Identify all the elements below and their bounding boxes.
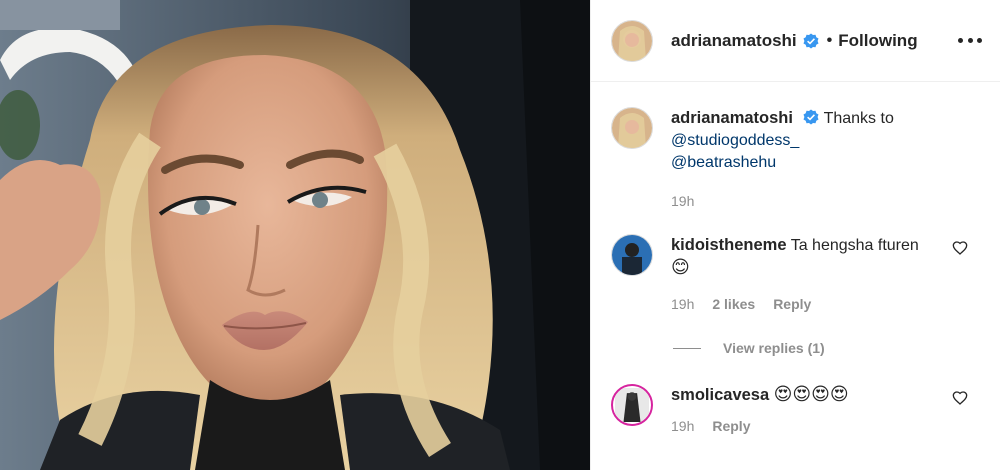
comments-panel: adrianamatoshi • Following adrianamatosh… <box>590 0 1000 470</box>
verified-badge-icon <box>803 109 819 125</box>
verified-badge-icon <box>803 33 819 48</box>
comments-list: adrianamatoshi Thanks to @studiogoddess_… <box>591 82 1000 437</box>
separator-dot: • <box>826 31 833 49</box>
comment: smolicavesa 😍😍😍😍 19h Reply <box>611 384 984 437</box>
post-header: adrianamatoshi • Following <box>591 0 1000 82</box>
author-avatar[interactable] <box>611 19 653 62</box>
caption-avatar[interactable] <box>611 107 653 149</box>
likes-count[interactable]: 2 likes <box>712 293 755 315</box>
comment-body: kidoistheneme Ta hengsha fturen 😊 19h 2 … <box>671 234 951 384</box>
commenter-avatar[interactable] <box>611 234 653 276</box>
reply-button[interactable]: Reply <box>712 415 750 437</box>
author-username[interactable]: adrianamatoshi <box>671 31 797 51</box>
more-horizontal-icon[interactable] <box>958 28 982 52</box>
post-photo[interactable] <box>0 0 590 470</box>
view-replies-label: View replies (1) <box>723 340 825 356</box>
commenter-username[interactable]: smolicavesa <box>671 386 769 404</box>
selfie-image <box>0 0 590 470</box>
comment-time[interactable]: 19h <box>671 415 694 437</box>
caption-time[interactable]: 19h <box>671 190 694 212</box>
heart-icon[interactable] <box>952 240 968 256</box>
commenter-avatar[interactable] <box>611 384 653 426</box>
comment-time[interactable]: 19h <box>671 293 694 315</box>
comment-text: Ta hengsha fturen <box>790 237 919 254</box>
mention-link[interactable]: @studiogoddess_ <box>671 132 799 149</box>
comment-body: smolicavesa 😍😍😍😍 19h Reply <box>671 384 881 437</box>
instagram-post: adrianamatoshi • Following adrianamatosh… <box>0 0 1000 470</box>
caption-body: adrianamatoshi Thanks to @studiogoddess_… <box>671 107 926 234</box>
following-button[interactable]: Following <box>838 31 917 51</box>
heart-icon[interactable] <box>952 390 968 406</box>
comment: kidoistheneme Ta hengsha fturen 😊 19h 2 … <box>611 234 984 384</box>
comment-emoji: 😊 <box>671 257 690 278</box>
caption: adrianamatoshi Thanks to @studiogoddess_… <box>611 107 984 234</box>
view-replies-button[interactable]: View replies (1) <box>673 340 825 356</box>
caption-username[interactable]: adrianamatoshi <box>671 109 793 127</box>
comment-emoji: 😍😍😍😍 <box>773 384 849 405</box>
reply-button[interactable]: Reply <box>773 293 811 315</box>
caption-text: Thanks to <box>823 110 894 127</box>
commenter-username[interactable]: kidoistheneme <box>671 236 787 254</box>
mention-link[interactable]: @beatrashehu <box>671 154 776 171</box>
view-replies-line <box>673 347 701 349</box>
